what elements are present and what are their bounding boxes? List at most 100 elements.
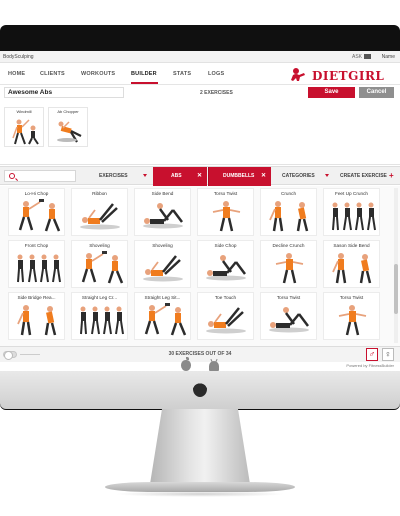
exercise-card-label: Toe Touch — [214, 295, 237, 300]
user-menu[interactable]: Name — [382, 54, 395, 60]
exercise-card[interactable]: Torso Twist — [260, 292, 317, 340]
exercise-card[interactable]: Shoveling — [71, 240, 128, 288]
nav-clients[interactable]: CLIENTS — [40, 71, 65, 77]
exercise-card-label: Side Bridge Rea... — [17, 295, 56, 300]
save-button[interactable]: Save — [308, 87, 355, 98]
filter-chip-dumbbells[interactable]: DUMBBELLS ✕ — [208, 167, 271, 186]
exercise-illustration — [206, 255, 246, 281]
exercise-card-label: Torso Twist — [213, 191, 238, 196]
grid-footer: 30 EXERCISES OUT OF 34 ♂ ♀ — [0, 346, 400, 362]
cancel-button[interactable]: Cancel — [359, 87, 394, 98]
android-icon — [209, 361, 219, 371]
exercise-card-label: Crunch — [280, 191, 297, 196]
exercise-card-label: Straight Leg Cr... — [81, 295, 118, 300]
close-icon[interactable]: ✕ — [261, 167, 266, 186]
exercise-card[interactable]: Toe Touch — [197, 292, 254, 340]
exercise-illustration — [143, 203, 183, 229]
brand-logo: DIETGIRL — [290, 67, 390, 83]
exercise-filter-bar: EXERCISES ABS ✕ DUMBBELLS ✕ CATEGORIES C… — [0, 166, 400, 186]
create-exercise-button[interactable]: CREATE EXERCISE — [340, 167, 387, 186]
apple-icon — [181, 357, 191, 371]
exercise-grid: Lo-Hi Chop Ribbon Side Bend Torso Twist Crun… — [0, 186, 400, 346]
selected-exercises: Windmill Ab Chopper — [0, 105, 400, 165]
filter-chip-label: ABS — [171, 173, 182, 179]
exercise-card[interactable]: Side Bridge Rea... — [8, 292, 65, 340]
nav-builder[interactable]: BUILDER — [131, 71, 157, 77]
exercise-card-label: Decline Crunch — [272, 243, 305, 248]
brand-name: DIETGIRL — [312, 69, 385, 83]
exercise-card[interactable]: Feet Up Crunch — [323, 188, 380, 236]
exercise-illustration — [57, 121, 82, 143]
stand-shadow — [115, 491, 285, 497]
chevron-down-icon[interactable] — [325, 174, 329, 177]
exercise-card[interactable]: Torso Twist — [323, 292, 380, 340]
exercise-illustration — [269, 307, 309, 333]
main-nav: HOME CLIENTS WORKOUTS BUILDER STATS LOGS… — [0, 63, 400, 85]
male-icon[interactable]: ♂ — [366, 348, 378, 361]
brand-figure-icon — [291, 68, 305, 81]
selected-exercise-card[interactable]: Ab Chopper — [48, 107, 88, 147]
ask-link[interactable]: ASK — [352, 54, 362, 60]
exercise-card[interactable]: Shoveling — [134, 240, 191, 288]
exercise-illustration — [17, 305, 57, 336]
exercise-illustration — [332, 253, 372, 284]
exercise-illustration — [332, 202, 376, 231]
close-icon[interactable]: ✕ — [197, 167, 202, 186]
exercise-card[interactable]: Straight Leg Sit... — [134, 292, 191, 340]
monitor-chin — [0, 371, 400, 409]
exercise-card-label: Side Chop — [214, 243, 237, 248]
exercise-card[interactable]: Sason Side Bend — [323, 240, 380, 288]
selected-exercise-label: Windmill — [16, 109, 32, 114]
exercise-card[interactable]: Ribbon — [71, 188, 128, 236]
exercise-card[interactable]: Straight Leg Cr... — [71, 292, 128, 340]
mail-icon[interactable] — [364, 54, 371, 59]
app-footer: Powered by FitnessBuilder — [0, 362, 400, 371]
exercise-card-label: Torso Twist — [339, 295, 364, 300]
exercise-card[interactable]: Side Chop — [197, 240, 254, 288]
exercise-card-label: Feet Up Crunch — [334, 191, 369, 196]
exercise-card[interactable]: Crunch — [260, 188, 317, 236]
exercise-card-label: Front Chop — [24, 243, 49, 248]
exercise-illustration — [81, 251, 124, 284]
exercise-illustration — [275, 253, 304, 284]
exercise-illustration — [143, 255, 183, 282]
exercise-card[interactable]: Decline Crunch — [260, 240, 317, 288]
exercise-illustration — [12, 119, 39, 145]
exercise-illustration — [269, 201, 309, 232]
app-title: BodySculping — [3, 54, 34, 60]
routine-name-input[interactable] — [4, 87, 124, 98]
exercise-card-label: Straight Leg Sit... — [144, 295, 181, 300]
categories-filter[interactable]: CATEGORIES — [282, 167, 315, 186]
exercise-card[interactable]: Lo-Hi Chop — [8, 188, 65, 236]
exercise-search-input[interactable] — [4, 170, 76, 182]
exercise-card-label: Lo-Hi Chop — [24, 191, 49, 196]
exercise-card[interactable]: Torso Twist — [197, 188, 254, 236]
selected-exercise-card[interactable]: Windmill — [4, 107, 44, 147]
nav-home[interactable]: HOME — [8, 71, 25, 77]
product-mockup: BodySculping ASK Name HOME CLIENTS WORKO… — [0, 0, 400, 516]
exercise-card-label: Shoveling — [89, 243, 110, 248]
active-tab-indicator — [131, 82, 158, 84]
nav-logs[interactable]: LOGS — [208, 71, 224, 77]
routine-header: 2 EXERCISES Save Cancel — [0, 85, 400, 105]
filter-chip-abs[interactable]: ABS ✕ — [153, 167, 207, 186]
exercise-card-label: Sason Side Bend — [333, 243, 370, 248]
plus-icon[interactable]: + — [389, 167, 394, 185]
filter-chip-label: DUMBBELLS — [223, 173, 255, 179]
exercise-card[interactable]: Side Bend — [134, 188, 191, 236]
exercise-illustration — [18, 199, 61, 232]
exercise-illustration — [17, 254, 61, 283]
exercise-card-label: Side Bend — [151, 191, 174, 196]
selected-count: 2 EXERCISES — [200, 90, 233, 96]
exercises-filter[interactable]: EXERCISES — [99, 167, 128, 186]
exercise-card-label: Ribbon — [92, 191, 107, 196]
female-icon[interactable]: ♀ — [382, 348, 394, 361]
search-icon — [9, 173, 15, 179]
selected-exercise-label: Ab Chopper — [57, 109, 79, 114]
exercise-card[interactable]: Front Chop — [8, 240, 65, 288]
app-top-bar: BodySculping ASK Name — [0, 51, 400, 63]
nav-stats[interactable]: STATS — [173, 71, 191, 77]
chevron-down-icon[interactable] — [143, 174, 147, 177]
scrollbar-thumb[interactable] — [394, 264, 398, 314]
nav-workouts[interactable]: WORKOUTS — [81, 71, 115, 77]
